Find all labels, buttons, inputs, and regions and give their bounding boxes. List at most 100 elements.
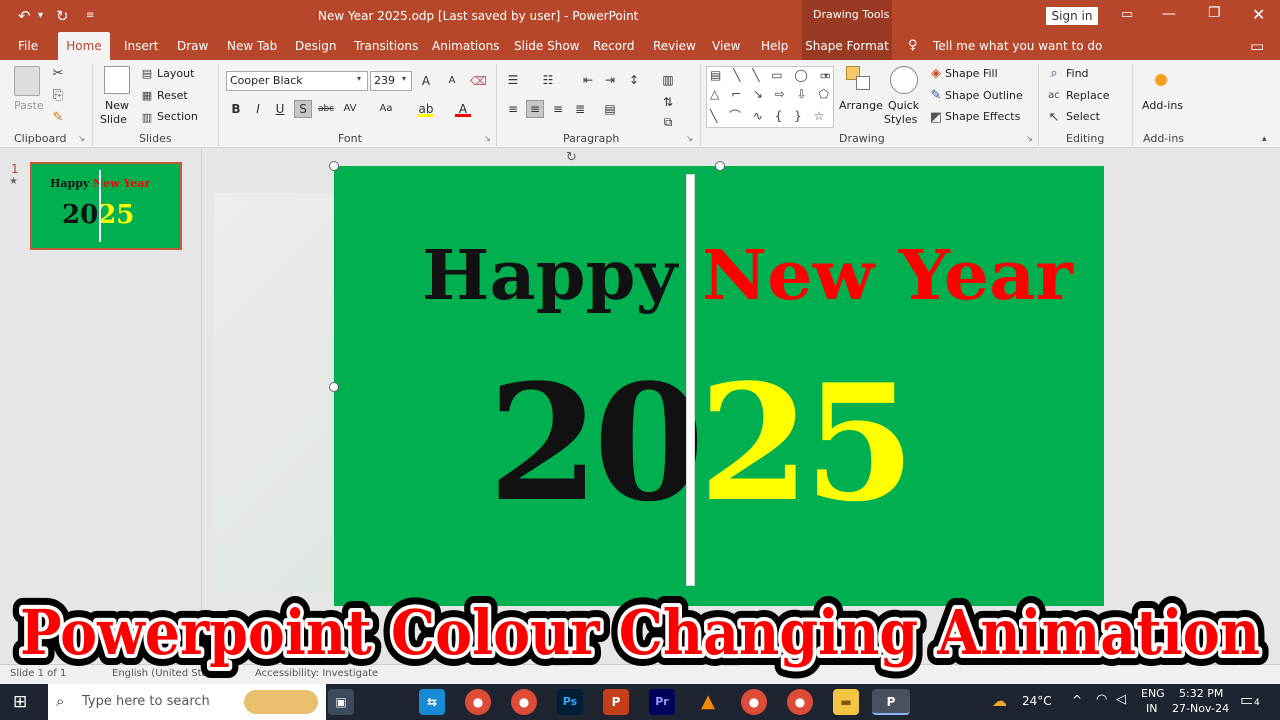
- add-ins-button[interactable]: Add-ins: [1142, 99, 1183, 112]
- decrease-indent-icon[interactable]: ⇤: [580, 72, 596, 88]
- vlc-icon[interactable]: ▲: [695, 689, 721, 715]
- quick-styles-label[interactable]: Quick: [888, 99, 919, 112]
- find-icon[interactable]: ⌕: [1046, 66, 1062, 82]
- reset-button[interactable]: Reset: [157, 89, 188, 102]
- collapse-ribbon-icon[interactable]: ▴: [1262, 134, 1267, 144]
- change-case-icon[interactable]: Aa: [378, 101, 394, 117]
- customize-qat-icon[interactable]: ≡: [86, 6, 94, 26]
- format-painter-icon[interactable]: ✎: [50, 110, 66, 126]
- find-button[interactable]: Find: [1066, 67, 1089, 80]
- smartart-icon[interactable]: ⧉: [660, 114, 676, 130]
- clock-time[interactable]: 5:32 PM: [1179, 687, 1223, 700]
- align-left-icon[interactable]: ≡: [505, 101, 521, 117]
- layout-icon[interactable]: ▤: [140, 66, 154, 82]
- text-direction-icon[interactable]: ⇅: [660, 94, 676, 110]
- file-explorer-icon[interactable]: ▬: [833, 689, 859, 715]
- arrange-button[interactable]: Arrange: [839, 99, 883, 112]
- photoshop-icon[interactable]: Ps: [557, 689, 583, 715]
- shape-fill-button[interactable]: Shape Fill: [945, 67, 998, 80]
- character-spacing-icon[interactable]: AV: [342, 101, 358, 117]
- shape-fill-icon[interactable]: ◈: [928, 66, 944, 82]
- font-launcher-icon[interactable]: ↘: [484, 134, 491, 143]
- wipe-bar-shape[interactable]: [686, 174, 695, 586]
- shape-outline-icon[interactable]: ✎: [928, 88, 944, 104]
- undo-icon[interactable]: ↶: [18, 6, 31, 26]
- new-slide-label-2[interactable]: Slide: [100, 113, 127, 126]
- taskbar-search-box[interactable]: ⌕ Type here to search: [48, 684, 326, 720]
- tab-design[interactable]: Design: [295, 32, 336, 60]
- select-icon[interactable]: ↖: [1046, 110, 1062, 126]
- tab-transitions[interactable]: Transitions: [354, 32, 418, 60]
- select-button[interactable]: Select: [1066, 110, 1100, 123]
- slide[interactable]: Happy New Year 2025: [334, 166, 1104, 606]
- minimize-icon[interactable]: —: [1162, 6, 1176, 22]
- close-icon[interactable]: ✕: [1252, 5, 1265, 24]
- powerpoint-active-icon[interactable]: P: [872, 689, 910, 715]
- ribbon-display-icon[interactable]: ▭: [1121, 7, 1133, 22]
- align-center-icon[interactable]: ≡: [526, 100, 544, 118]
- year-2025-text[interactable]: 2025: [488, 358, 915, 528]
- shapes-row-1[interactable]: ▤ ╲ ╲ ▭ ◯ ▭: [710, 68, 835, 82]
- chrome-icon-4[interactable]: ●: [787, 689, 813, 715]
- clock-date[interactable]: 27-Nov-24: [1172, 702, 1229, 715]
- quick-styles-icon[interactable]: [890, 66, 918, 94]
- paste-icon[interactable]: [14, 66, 40, 96]
- line-spacing-icon[interactable]: ↕: [626, 72, 642, 88]
- font-size-dropdown-icon[interactable]: ▾: [402, 74, 406, 83]
- chrome-icon-3[interactable]: ●: [741, 689, 767, 715]
- shape-effects-icon[interactable]: ◩: [928, 110, 944, 126]
- cut-icon[interactable]: ✂: [50, 66, 66, 82]
- paste-button[interactable]: Paste: [14, 99, 44, 112]
- new-slide-label[interactable]: New: [105, 99, 129, 112]
- increase-font-icon[interactable]: A: [418, 73, 434, 89]
- font-color-icon[interactable]: A: [455, 101, 471, 117]
- network-icon[interactable]: ◠: [1096, 692, 1107, 707]
- align-right-icon[interactable]: ≡: [550, 101, 566, 117]
- reset-icon[interactable]: ▦: [140, 88, 154, 104]
- tab-view[interactable]: View: [712, 32, 740, 60]
- layout-button[interactable]: Layout: [157, 67, 194, 80]
- clear-formatting-icon[interactable]: ⌫: [470, 73, 487, 89]
- maximize-icon[interactable]: ❐: [1208, 5, 1221, 21]
- happy-new-year-text[interactable]: Happy New Year: [422, 236, 1073, 316]
- numbering-icon[interactable]: ☷: [540, 72, 556, 88]
- resize-handle-top-left[interactable]: [329, 161, 339, 171]
- comments-icon[interactable]: ▭: [1250, 37, 1264, 55]
- tab-record[interactable]: Record: [593, 32, 634, 60]
- tab-new-tab[interactable]: New Tab: [227, 32, 277, 60]
- section-button[interactable]: Section: [157, 110, 198, 123]
- resize-handle-top-middle[interactable]: [715, 161, 725, 171]
- chrome-icon-2[interactable]: ●: [511, 689, 537, 715]
- font-name-dropdown-icon[interactable]: ▾: [357, 74, 361, 83]
- new-slide-icon[interactable]: [104, 66, 130, 94]
- underline-icon[interactable]: U: [272, 101, 288, 117]
- bold-icon[interactable]: B: [228, 101, 244, 117]
- premiere-icon[interactable]: Pr: [649, 689, 675, 715]
- clipboard-launcher-icon[interactable]: ↘: [78, 134, 85, 143]
- quick-styles-label-2[interactable]: Styles: [884, 113, 917, 126]
- arrange-icon[interactable]: [846, 66, 872, 94]
- redo-icon[interactable]: ↻: [56, 6, 69, 26]
- highlight-icon[interactable]: ab: [418, 101, 434, 117]
- resize-handle-middle-left[interactable]: [329, 382, 339, 392]
- tab-slide-show[interactable]: Slide Show: [514, 32, 579, 60]
- shape-outline-button[interactable]: Shape Outline: [945, 89, 1023, 102]
- tab-review[interactable]: Review: [653, 32, 696, 60]
- show-hidden-icons-icon[interactable]: ^: [1072, 693, 1082, 707]
- tell-me-search[interactable]: Tell me what you want to do: [933, 32, 1102, 60]
- columns-icon[interactable]: ▥: [660, 72, 676, 88]
- tab-help[interactable]: Help: [761, 32, 788, 60]
- shape-effects-button[interactable]: Shape Effects: [945, 110, 1020, 123]
- increase-indent-icon[interactable]: ⇥: [602, 72, 618, 88]
- tab-insert[interactable]: Insert: [124, 32, 158, 60]
- tab-draw[interactable]: Draw: [177, 32, 208, 60]
- justify-icon[interactable]: ≣: [572, 101, 588, 117]
- paragraph-launcher-icon[interactable]: ↘: [686, 134, 693, 143]
- task-view-icon[interactable]: ▣: [328, 689, 354, 715]
- language-region[interactable]: IN: [1146, 702, 1157, 715]
- tab-file[interactable]: File: [18, 32, 38, 60]
- replace-button[interactable]: Replace: [1066, 89, 1110, 102]
- shapes-row-3[interactable]: ╲ ⌒ ∿ { } ☆: [710, 107, 828, 124]
- chrome-icon[interactable]: ●: [465, 689, 491, 715]
- sign-in-button[interactable]: Sign in: [1046, 7, 1098, 25]
